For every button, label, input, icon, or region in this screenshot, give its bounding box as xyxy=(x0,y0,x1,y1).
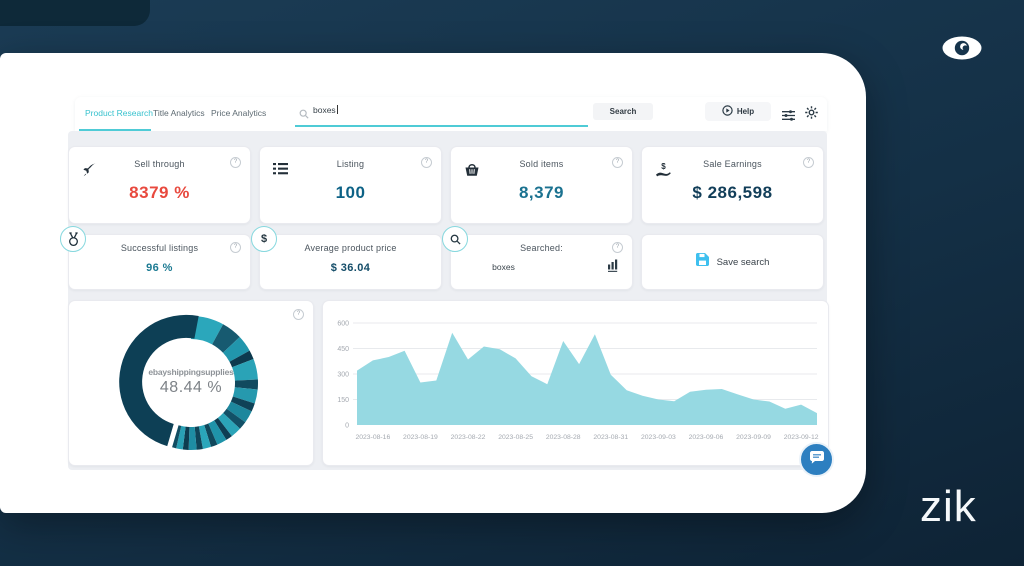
svg-text:150: 150 xyxy=(337,397,349,404)
stat-value: $ 286,598 xyxy=(692,183,773,202)
svg-text:2023-09-12: 2023-09-12 xyxy=(784,434,819,441)
help-question-icon[interactable]: ? xyxy=(293,309,304,320)
save-icon xyxy=(695,253,709,271)
dashboard: Sell through ? 8379 % Listing ? 100 Sold… xyxy=(60,131,829,470)
stat-value: 8379 % xyxy=(129,183,190,202)
tab-product-research[interactable]: Product Research xyxy=(85,97,153,129)
stat-card-sold-items: Sold items ? 8,379 xyxy=(450,146,633,224)
sales-trend-chart-card: 0 150 300 450 600 2023-08-16 2023-08-19 2023-08… xyxy=(322,300,829,466)
bar-chart-icon[interactable] xyxy=(607,259,619,277)
svg-text:2023-08-19: 2023-08-19 xyxy=(403,434,438,441)
search-input-value: boxes xyxy=(313,105,336,115)
svg-text:300: 300 xyxy=(337,372,349,379)
stat-title: Listing xyxy=(336,159,365,169)
app-topbar: Product Research Title Analytics Price A… xyxy=(75,97,827,131)
tab-price-analytics[interactable]: Price Analytics xyxy=(211,97,266,129)
tab-title-analytics[interactable]: Title Analytics xyxy=(153,97,205,129)
help-button-label: Help xyxy=(736,107,755,116)
help-question-icon[interactable]: ? xyxy=(612,242,623,253)
stat-card-listing: Listing ? 100 xyxy=(259,146,442,224)
search-button[interactable]: Search xyxy=(593,103,653,120)
stat-title: Searched: xyxy=(520,243,563,253)
donut-center-label: ebayshippingsupplies 48.44 % xyxy=(131,367,251,397)
stat-value: $ 36.04 xyxy=(330,262,371,274)
save-search-card[interactable]: Save search xyxy=(641,234,824,290)
eye-logo-icon xyxy=(936,30,988,71)
stat-title: Sale Earnings xyxy=(703,159,762,169)
help-button[interactable]: Help xyxy=(705,102,771,121)
svg-text:450: 450 xyxy=(337,346,349,353)
help-question-icon[interactable]: ? xyxy=(230,157,241,168)
stat-value: 96 % xyxy=(146,262,173,274)
svg-text:2023-09-09: 2023-09-09 xyxy=(736,434,771,441)
search-input-underline xyxy=(295,125,588,127)
svg-text:0: 0 xyxy=(345,423,349,430)
svg-text:2023-08-22: 2023-08-22 xyxy=(451,434,486,441)
stat-title: Sell through xyxy=(134,159,185,169)
svg-text:600: 600 xyxy=(337,321,349,328)
searched-term: boxes xyxy=(492,262,515,272)
filter-sliders-icon[interactable] xyxy=(782,108,795,126)
svg-text:2023-08-28: 2023-08-28 xyxy=(546,434,581,441)
text-cursor xyxy=(336,105,338,114)
stat-title: Average product price xyxy=(304,243,397,253)
play-icon xyxy=(722,105,733,118)
stat-value: 8,379 xyxy=(518,183,565,202)
area-chart: 0 150 300 450 600 2023-08-16 2023-08-19 2023-08… xyxy=(337,321,819,442)
stat-card-average-price: $ Average product price $ 36.04 xyxy=(251,226,442,290)
donut-seller-name: ebayshippingsupplies xyxy=(148,367,234,377)
svg-text:2023-08-16: 2023-08-16 xyxy=(355,434,390,441)
svg-text:2023-09-06: 2023-09-06 xyxy=(689,434,724,441)
stat-card-successful-listings: Successful listings ? 96 % xyxy=(60,226,251,290)
stat-title: Successful listings xyxy=(120,243,199,253)
save-search-label: Save search xyxy=(716,256,770,268)
chat-button[interactable] xyxy=(799,442,834,477)
app-window: Product Research Title Analytics Price A… xyxy=(0,53,866,513)
market-share-donut-card: ? ebayshippingsupplies 48.44 % xyxy=(68,300,314,466)
help-question-icon[interactable]: ? xyxy=(421,157,432,168)
stat-card-sell-through: Sell through ? 8379 % xyxy=(68,146,251,224)
svg-text:2023-08-25: 2023-08-25 xyxy=(498,434,533,441)
top-left-decoration xyxy=(0,0,150,26)
donut-share-percent: 48.44 % xyxy=(159,379,223,396)
svg-text:2023-09-03: 2023-09-03 xyxy=(641,434,676,441)
stat-value: 100 xyxy=(335,183,366,202)
search-icon xyxy=(299,106,309,124)
help-question-icon[interactable]: ? xyxy=(230,242,241,253)
help-question-icon[interactable]: ? xyxy=(803,157,814,168)
zik-logo: zik xyxy=(920,482,977,531)
stat-title: Sold items xyxy=(519,159,564,169)
chat-bubble-icon xyxy=(809,450,825,470)
stat-card-searched: Searched: ? boxes xyxy=(442,226,633,290)
gear-icon[interactable] xyxy=(805,106,818,124)
svg-text:2023-08-31: 2023-08-31 xyxy=(593,434,628,441)
stat-card-sale-earnings: $ Sale Earnings ? $ 286,598 xyxy=(641,146,824,224)
search-input[interactable]: boxes xyxy=(313,105,338,115)
help-question-icon[interactable]: ? xyxy=(612,157,623,168)
